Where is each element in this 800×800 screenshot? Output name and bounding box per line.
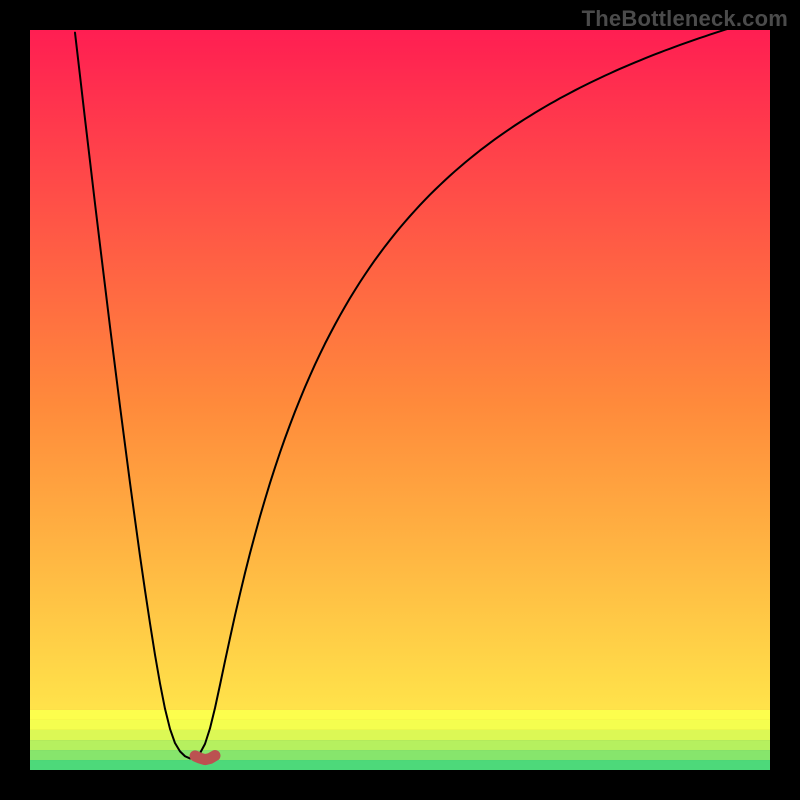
bottleneck-chart: [30, 30, 770, 770]
watermark-text: TheBottleneck.com: [582, 6, 788, 32]
bg-band: [30, 750, 770, 760]
series-highlight: [195, 756, 215, 760]
bg-band: [30, 30, 770, 710]
bg-band: [30, 710, 770, 720]
bg-band: [30, 740, 770, 750]
chart-frame: TheBottleneck.com: [0, 0, 800, 800]
bg-band: [30, 760, 770, 770]
bg-band: [30, 720, 770, 730]
bg-band: [30, 730, 770, 740]
